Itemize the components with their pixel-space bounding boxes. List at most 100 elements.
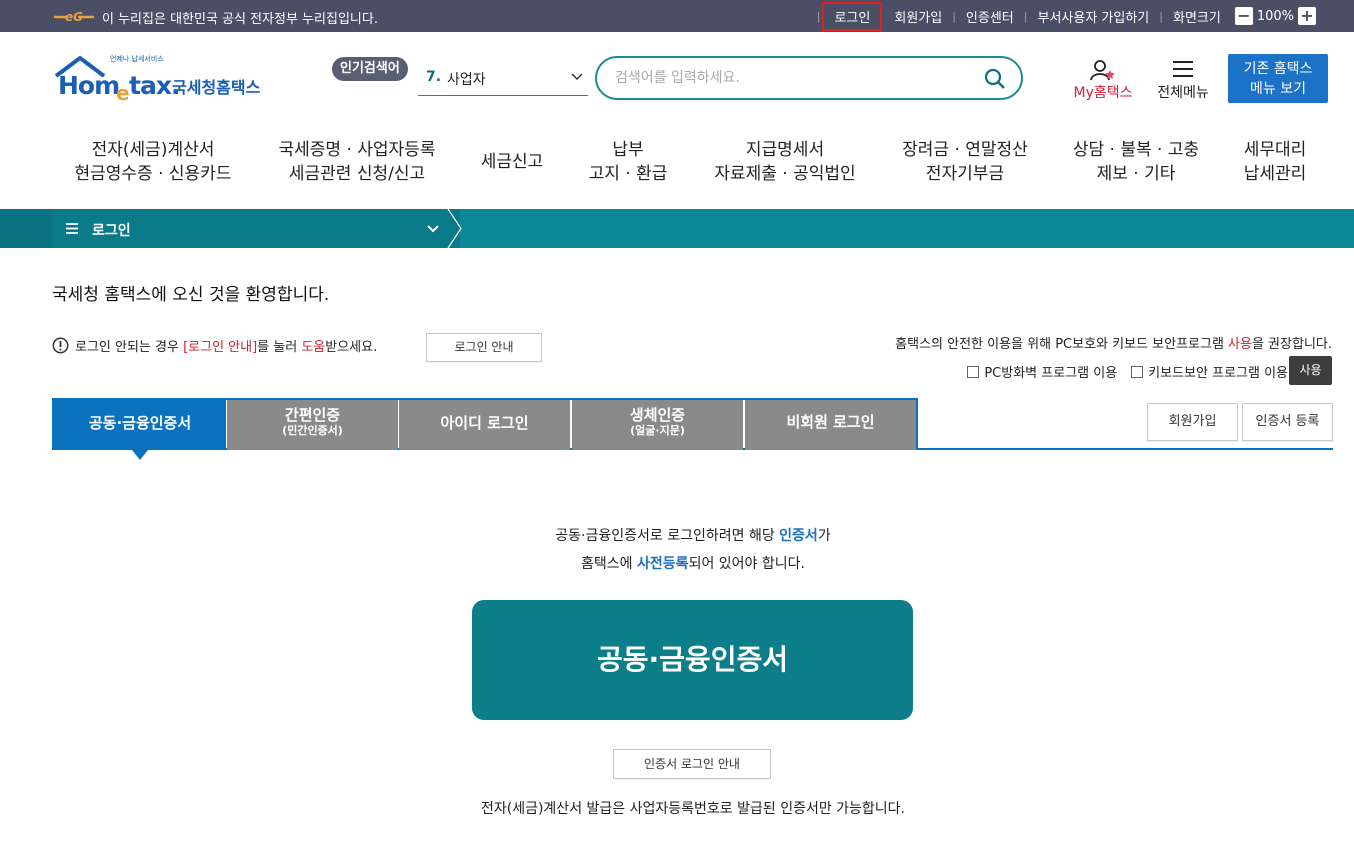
utility-links: | 로그인 회원가입 | 인증센터 | 부서사용자 가입하기 | 화면크기 − …: [817, 0, 1354, 32]
gnb-item-tax-agent[interactable]: 세무대리 납세관리: [1234, 138, 1316, 186]
security-notice-post: 을 권장합니다.: [1251, 337, 1332, 352]
gnb-sublabel: 현금영수증 · 신용카드: [74, 164, 232, 184]
desc1-post: 가: [817, 528, 831, 544]
gov-banner-text: 이 누리집은 대한민국 공식 전자정부 누리집입니다.: [102, 12, 378, 27]
gnb-item-statements[interactable]: 지급명세서 자료제출 · 공익법인: [700, 138, 870, 186]
cert-description-line1: 공동·금융인증서로 로그인하려면 해당 인증서가: [0, 522, 1354, 550]
info-icon: [52, 337, 69, 354]
gnb-sublabel: 자료제출 · 공익법인: [714, 164, 856, 184]
gnb-sublabel: 전자기부금: [925, 164, 1005, 184]
gnb-label: 지급명세서: [745, 140, 825, 160]
firewall-checkbox[interactable]: [967, 365, 980, 378]
desc1-blue: 인증서: [779, 528, 818, 544]
zoom-level: 100%: [1256, 8, 1294, 24]
gnb-label: 장려금 · 연말정산: [902, 140, 1028, 160]
gnb-label: 국세증명 · 사업자등록: [278, 140, 436, 160]
main-navigation: 전자(세금)계산서 현금영수증 · 신용카드 국세증명 · 사업자등록 세금관련…: [0, 138, 1354, 198]
active-tab-pointer: [132, 450, 148, 460]
login-guide-button[interactable]: 로그인 안내: [426, 333, 542, 362]
search-icon[interactable]: [983, 67, 1007, 91]
login-help-text: 로그인 안되는 경우 [로그인 안내] 를 눌러 도움 받으세요.: [52, 336, 377, 355]
security-notice-pre: 홈택스의 안전한 이용을 위해 PC보호와 키보드 보안프로그램: [895, 337, 1229, 352]
search-input[interactable]: [615, 67, 975, 89]
security-notice: 홈택스의 안전한 이용을 위해 PC보호와 키보드 보안프로그램 사용을 권장합…: [895, 333, 1332, 352]
security-options: PC방화벽 프로그램 이용 키보드보안 프로그램 이용: [953, 362, 1288, 381]
gnb-label: 상담 · 불복 · 고충: [1072, 140, 1200, 160]
gnb-item-certificates[interactable]: 국세증명 · 사업자등록 세금관련 신청/신고: [268, 138, 446, 186]
zoom-out-button[interactable]: −: [1234, 7, 1253, 25]
popular-search-label: 인기검색어: [332, 57, 408, 81]
svg-text:e: e: [116, 81, 130, 105]
gnb-item-incentive[interactable]: 장려금 · 연말정산 전자기부금: [892, 138, 1038, 186]
gnb-label: 납부: [612, 140, 644, 160]
popular-search-select[interactable]: 7. 사업자: [418, 62, 588, 96]
screen-size-label: 화면크기: [1172, 10, 1221, 26]
chevron-down-icon: [571, 73, 583, 81]
desc1-pre: 공동·금융인증서로 로그인하려면 해당: [555, 528, 780, 544]
location-dropdown[interactable]: 로그인: [52, 209, 460, 248]
welcome-heading: 국세청 홈택스에 오신 것을 환영합니다.: [52, 285, 330, 305]
my-hometax-label: My홈택스: [1073, 85, 1133, 101]
old-hometax-line2: 메뉴 보기: [1250, 81, 1306, 97]
popular-rank: 7.: [426, 69, 442, 85]
gnb-sublabel: 제보 · 기타: [1096, 164, 1176, 184]
chevron-down-icon: [427, 225, 439, 233]
my-hometax-button[interactable]: My홈택스: [1066, 58, 1140, 102]
zoom-in-button[interactable]: +: [1298, 7, 1316, 25]
cert-description: 공동·금융인증서로 로그인하려면 해당 인증서가 홈택스에 사전등록되어 있어야…: [0, 522, 1354, 578]
logo-small-text: 언제나 납세서비스: [110, 55, 164, 63]
all-menu-label: 전체메뉴: [1157, 85, 1209, 101]
gnb-label: 세무대리: [1243, 140, 1307, 160]
help-link-text: [로그인 안내]: [183, 340, 258, 355]
signup-button[interactable]: 회원가입: [1147, 403, 1238, 441]
cert-description-line2: 홈택스에 사전등록되어 있어야 합니다.: [0, 550, 1354, 578]
gnb-sublabel: 납세관리: [1243, 164, 1307, 184]
all-menu-button[interactable]: 전체메뉴: [1150, 58, 1216, 102]
security-notice-red: 사용: [1228, 337, 1252, 352]
signup-link[interactable]: 회원가입: [884, 7, 952, 26]
svg-text:eG: eG: [65, 10, 83, 24]
tabs-frame: [52, 398, 918, 450]
joint-certificate-login-button[interactable]: 공동·금융인증서: [472, 600, 913, 720]
gnb-item-consulting[interactable]: 상담 · 불복 · 고충 제보 · 기타: [1062, 138, 1210, 186]
desc2-post: 되어 있어야 합니다.: [688, 556, 805, 572]
keyboard-security-label: 키보드보안 프로그램 이용: [1148, 366, 1288, 381]
use-security-button[interactable]: 사용: [1289, 356, 1332, 385]
hometax-logo[interactable]: Hom e tax. 언제나 납세서비스 국세청홈택스: [54, 54, 274, 106]
location-bar-left: [0, 209, 52, 248]
location-label: 로그인: [92, 223, 131, 239]
gnb-sublabel: 세금관련 신청/신고: [288, 164, 426, 184]
egov-logo-icon: eG: [54, 10, 94, 24]
logo-text: 국세청홈택스: [172, 78, 261, 97]
help-text-mid: 를 눌러: [257, 340, 302, 355]
location-bar: 로그인: [0, 209, 1354, 248]
list-icon: [66, 223, 78, 234]
help-text-post: 받으세요.: [325, 340, 378, 355]
desc2-pre: 홈택스에: [581, 556, 638, 572]
user-icon: [1090, 60, 1115, 81]
gnb-sublabel: 고지 · 환급: [588, 164, 668, 184]
help-text-pre: 로그인 안되는 경우: [75, 340, 184, 355]
old-hometax-line1: 기존 홈택스: [1243, 61, 1313, 77]
old-hometax-menu-button[interactable]: 기존 홈택스 메뉴 보기: [1228, 54, 1328, 103]
gnb-item-einvoice[interactable]: 전자(세금)계산서 현금영수증 · 신용카드: [68, 138, 238, 186]
gnb-item-tax-filing[interactable]: 세금신고: [470, 150, 554, 174]
svg-text:Hom: Hom: [58, 71, 119, 100]
cert-register-button[interactable]: 인증서 등록: [1242, 403, 1333, 441]
einvoice-note: 전자(세금)계산서 발급은 사업자등록번호로 발급된 인증서만 가능합니다.: [480, 801, 906, 817]
gnb-item-payment[interactable]: 납부 고지 · 환급: [578, 138, 678, 186]
firewall-label: PC방화벽 프로그램 이용: [984, 366, 1118, 381]
login-link[interactable]: 로그인: [822, 1, 883, 31]
gnb-label: 세금신고: [480, 152, 544, 172]
gnb-label: 전자(세금)계산서: [91, 140, 215, 160]
menu-icon: [1173, 61, 1193, 77]
help-red-text: 도움: [301, 340, 326, 355]
cert-login-guide-button[interactable]: 인증서 로그인 안내: [613, 749, 771, 779]
gov-banner: eG 이 누리집은 대한민국 공식 전자정부 누리집입니다. | 로그인 회원가…: [0, 0, 1354, 32]
popular-term: 사업자: [447, 72, 486, 88]
dept-signup-link[interactable]: 부서사용자 가입하기: [1027, 7, 1159, 26]
breadcrumb-arrow-icon: [446, 209, 462, 248]
cert-center-link[interactable]: 인증센터: [956, 7, 1024, 26]
separator: |: [816, 9, 821, 23]
keyboard-security-checkbox[interactable]: [1131, 365, 1144, 378]
